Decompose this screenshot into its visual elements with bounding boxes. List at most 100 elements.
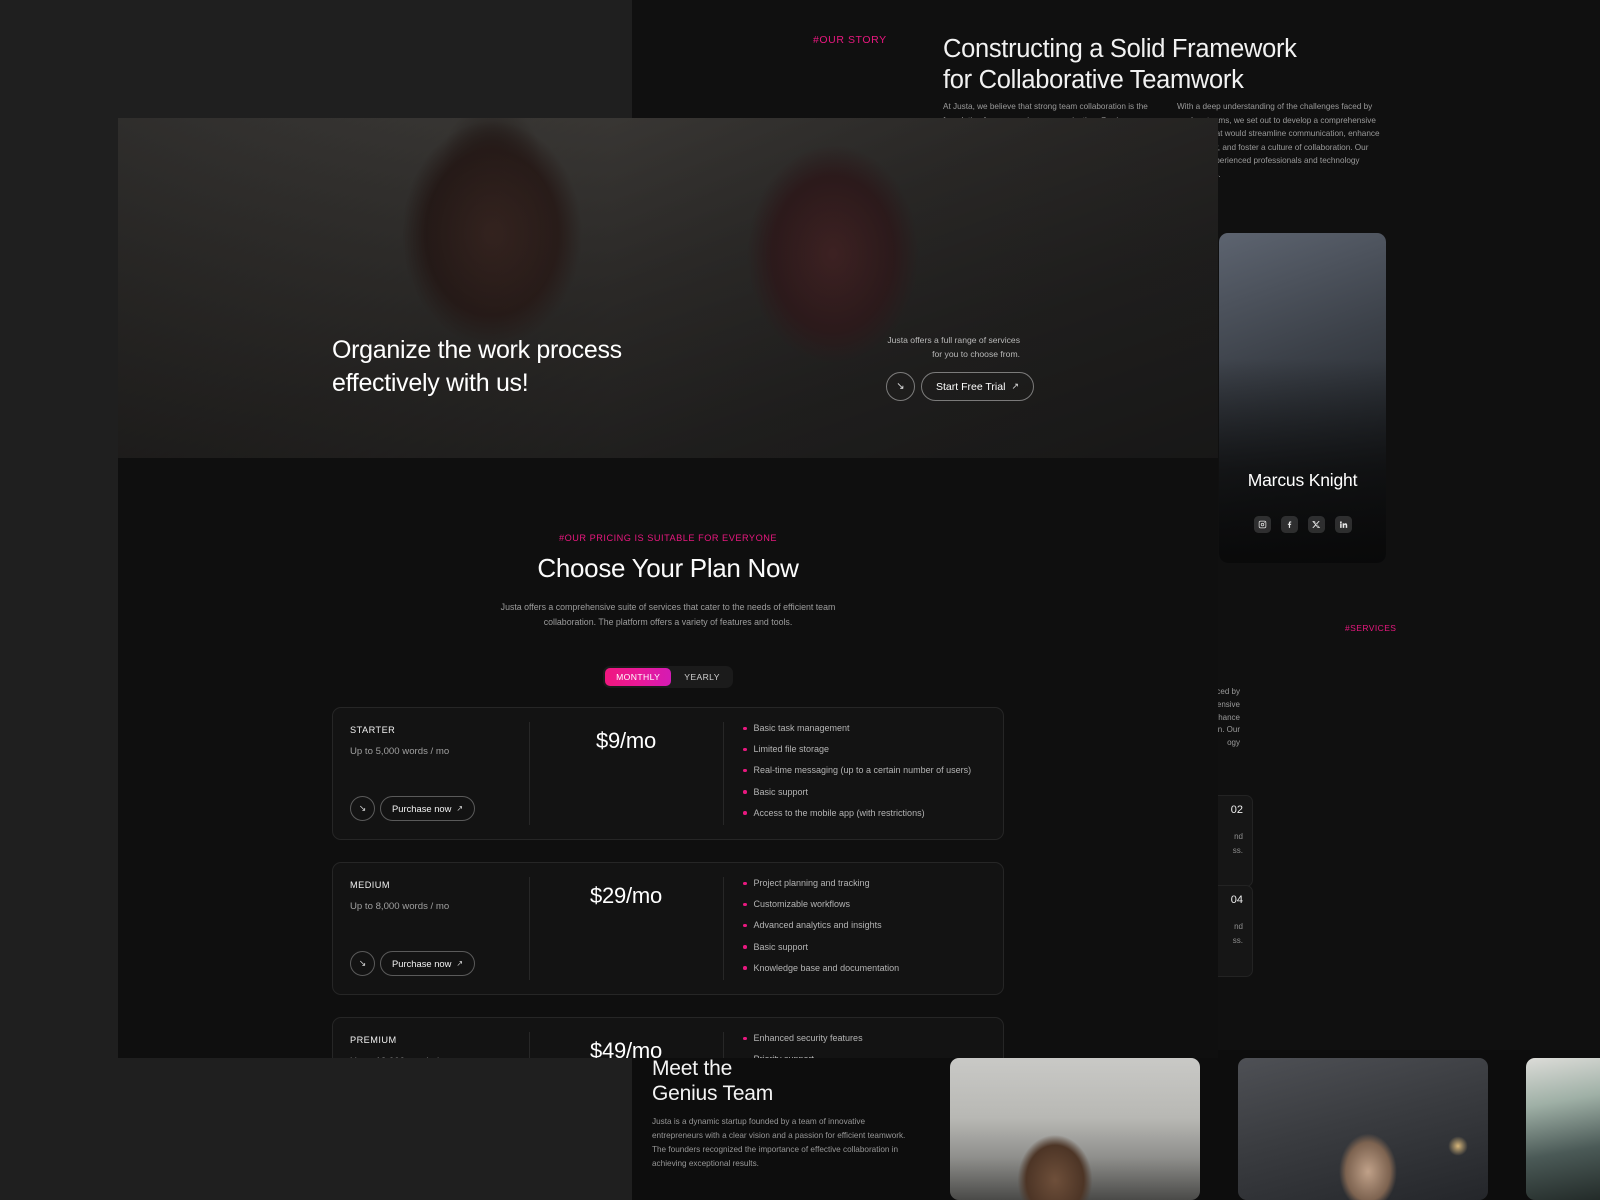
plan-feature: Project planning and tracking xyxy=(743,878,991,890)
x-twitter-icon[interactable] xyxy=(1307,516,1325,533)
plan-feature-label: Limited file storage xyxy=(753,744,830,755)
plan-feature: Basic task management xyxy=(743,723,991,735)
arrow-down-right-icon[interactable]: ↘ xyxy=(886,372,915,401)
divider xyxy=(723,722,724,825)
plan-feature-label: Access to the mobile app (with restricti… xyxy=(753,807,925,818)
team-photo-image xyxy=(1526,1058,1600,1200)
pricing-tag: #OUR PRICING IS SUITABLE FOR EVERYONE xyxy=(559,533,777,543)
meet-team-section: Meet the Genius Team Justa is a dynamic … xyxy=(632,1050,1600,1200)
plan-feature-label: Basic task management xyxy=(753,723,850,733)
team-photo-image xyxy=(1238,1058,1488,1200)
hero-note: Justa offers a full range of services fo… xyxy=(887,335,1020,359)
plan-purchase-group: ↘ Purchase now ↗ xyxy=(350,951,476,976)
plan-feature-label: Knowledge base and documentation xyxy=(753,962,900,973)
arrow-down-right-icon[interactable]: ↘ xyxy=(350,796,375,821)
pricing-plan-card: STARTER Up to 5,000 words / mo ↘ Purchas… xyxy=(332,707,1004,840)
start-free-trial-label: Start Free Trial xyxy=(936,380,1006,393)
plan-feature: Advanced analytics and insights xyxy=(743,920,991,932)
billing-toggle: MONTHLY YEARLY xyxy=(118,666,1218,688)
team-photo-image xyxy=(950,1058,1200,1200)
service-number: 02 xyxy=(1230,804,1243,816)
plan-feature-label: Enhanced security features xyxy=(753,1033,863,1043)
plan-feature: Priority support xyxy=(743,1054,991,1058)
story-title: Constructing a Solid Framework for Colla… xyxy=(943,35,1297,95)
bullet-icon xyxy=(743,966,747,970)
bullet-icon xyxy=(743,923,747,928)
bullet-icon xyxy=(743,811,747,815)
hero-heading: Organize the work process effectively wi… xyxy=(332,336,622,398)
arrow-up-right-icon: ↗ xyxy=(1011,381,1019,391)
arrow-up-right-icon: ↗ xyxy=(456,959,464,968)
plan-info-column: PREMIUM Up to 12,000 words / mo ↘ Purcha… xyxy=(350,1018,530,1058)
plan-quota: Up to 8,000 words / mo xyxy=(350,901,450,912)
arrow-down-right-icon[interactable]: ↘ xyxy=(350,951,375,976)
divider xyxy=(723,1032,724,1058)
plan-name: MEDIUM xyxy=(350,880,391,890)
plan-feature: Basic support xyxy=(743,942,991,954)
bullet-icon xyxy=(743,902,747,907)
hero-scrim xyxy=(118,118,1218,458)
bullet-icon xyxy=(743,747,747,752)
pricing-plan-card: MEDIUM Up to 8,000 words / mo ↘ Purchase… xyxy=(332,862,1004,995)
team-photo[interactable] xyxy=(1238,1058,1488,1200)
hero-banner: Organize the work process effectively wi… xyxy=(118,118,1218,458)
plan-feature: Enhanced security features xyxy=(743,1033,991,1045)
bullet-icon xyxy=(743,945,747,949)
team-section-paragraph: Justa is a dynamic startup founded by a … xyxy=(652,1117,906,1169)
plan-feature-label: Project planning and tracking xyxy=(753,878,870,888)
plan-feature-label: Basic support xyxy=(753,786,809,797)
plan-feature: Real-time messaging (up to a certain num… xyxy=(743,765,991,777)
pricing-subtitle: Justa offers a comprehensive suite of se… xyxy=(500,602,836,627)
pricing-plan-card: PREMIUM Up to 12,000 words / mo ↘ Purcha… xyxy=(332,1017,1004,1058)
hero-cta-group: ↘ Start Free Trial ↗ xyxy=(886,372,1034,401)
photo-scrim xyxy=(1219,233,1386,563)
plan-price: $9/mo xyxy=(595,728,657,753)
plan-feature-label: Advanced analytics and insights xyxy=(753,920,882,931)
purchase-now-button[interactable]: Purchase now ↗ xyxy=(380,951,476,976)
pricing-title: Choose Your Plan Now xyxy=(537,553,799,583)
divider xyxy=(723,877,724,980)
plan-feature: Access to the mobile app (with restricti… xyxy=(743,808,991,820)
plan-feature: Limited file storage xyxy=(743,744,991,756)
plan-feature-list: Basic task management Limited file stora… xyxy=(743,723,991,829)
team-photo[interactable] xyxy=(1526,1058,1600,1200)
purchase-now-button[interactable]: Purchase now ↗ xyxy=(380,796,476,821)
arrow-up-right-icon: ↗ xyxy=(456,804,464,813)
instagram-icon[interactable] xyxy=(1253,516,1271,533)
bullet-icon xyxy=(743,1036,747,1040)
services-tag: #SERVICES xyxy=(1345,623,1397,633)
billing-toggle-group: MONTHLY YEARLY xyxy=(603,666,733,688)
plan-info-column: MEDIUM Up to 8,000 words / mo ↘ Purchase… xyxy=(350,863,530,994)
plan-feature-label: Customizable workflows xyxy=(753,899,851,910)
plan-feature-label: Priority support xyxy=(754,1054,815,1058)
social-links xyxy=(1219,516,1386,533)
plan-quota: Up to 5,000 words / mo xyxy=(350,746,450,757)
bullet-icon xyxy=(743,726,747,730)
team-photo[interactable] xyxy=(950,1058,1200,1200)
story-tag: #OUR STORY xyxy=(813,34,887,46)
bullet-icon xyxy=(743,768,747,773)
team-member-card[interactable]: Marcus Knight xyxy=(1219,233,1386,563)
billing-toggle-yearly[interactable]: YEARLY xyxy=(673,668,731,686)
plan-feature: Customizable workflows xyxy=(743,899,991,911)
plan-feature-list: Project planning and tracking Customizab… xyxy=(743,878,991,984)
linkedin-icon[interactable] xyxy=(1334,516,1352,533)
bullet-icon xyxy=(743,790,747,794)
plan-quota: Up to 12,000 words / mo xyxy=(350,1056,455,1058)
purchase-now-label: Purchase now xyxy=(392,803,452,814)
bullet-icon xyxy=(743,881,747,885)
plan-feature: Knowledge base and documentation xyxy=(743,963,991,975)
plan-feature: Basic support xyxy=(743,787,991,799)
purchase-now-label: Purchase now xyxy=(392,958,452,969)
billing-toggle-monthly[interactable]: MONTHLY xyxy=(605,668,672,686)
plan-name: PREMIUM xyxy=(350,1035,397,1045)
facebook-icon[interactable] xyxy=(1280,516,1298,533)
team-member-name: Marcus Knight xyxy=(1247,470,1358,490)
plan-price: $49/mo xyxy=(589,1038,663,1058)
plan-purchase-group: ↘ Purchase now ↗ xyxy=(350,796,476,821)
team-section-title: Meet the Genius Team xyxy=(652,1057,774,1106)
plan-price: $29/mo xyxy=(589,883,663,908)
start-free-trial-button[interactable]: Start Free Trial ↗ xyxy=(921,372,1034,401)
plan-feature-label: Basic support xyxy=(753,941,809,952)
main-content-panel: Organize the work process effectively wi… xyxy=(118,118,1218,1058)
